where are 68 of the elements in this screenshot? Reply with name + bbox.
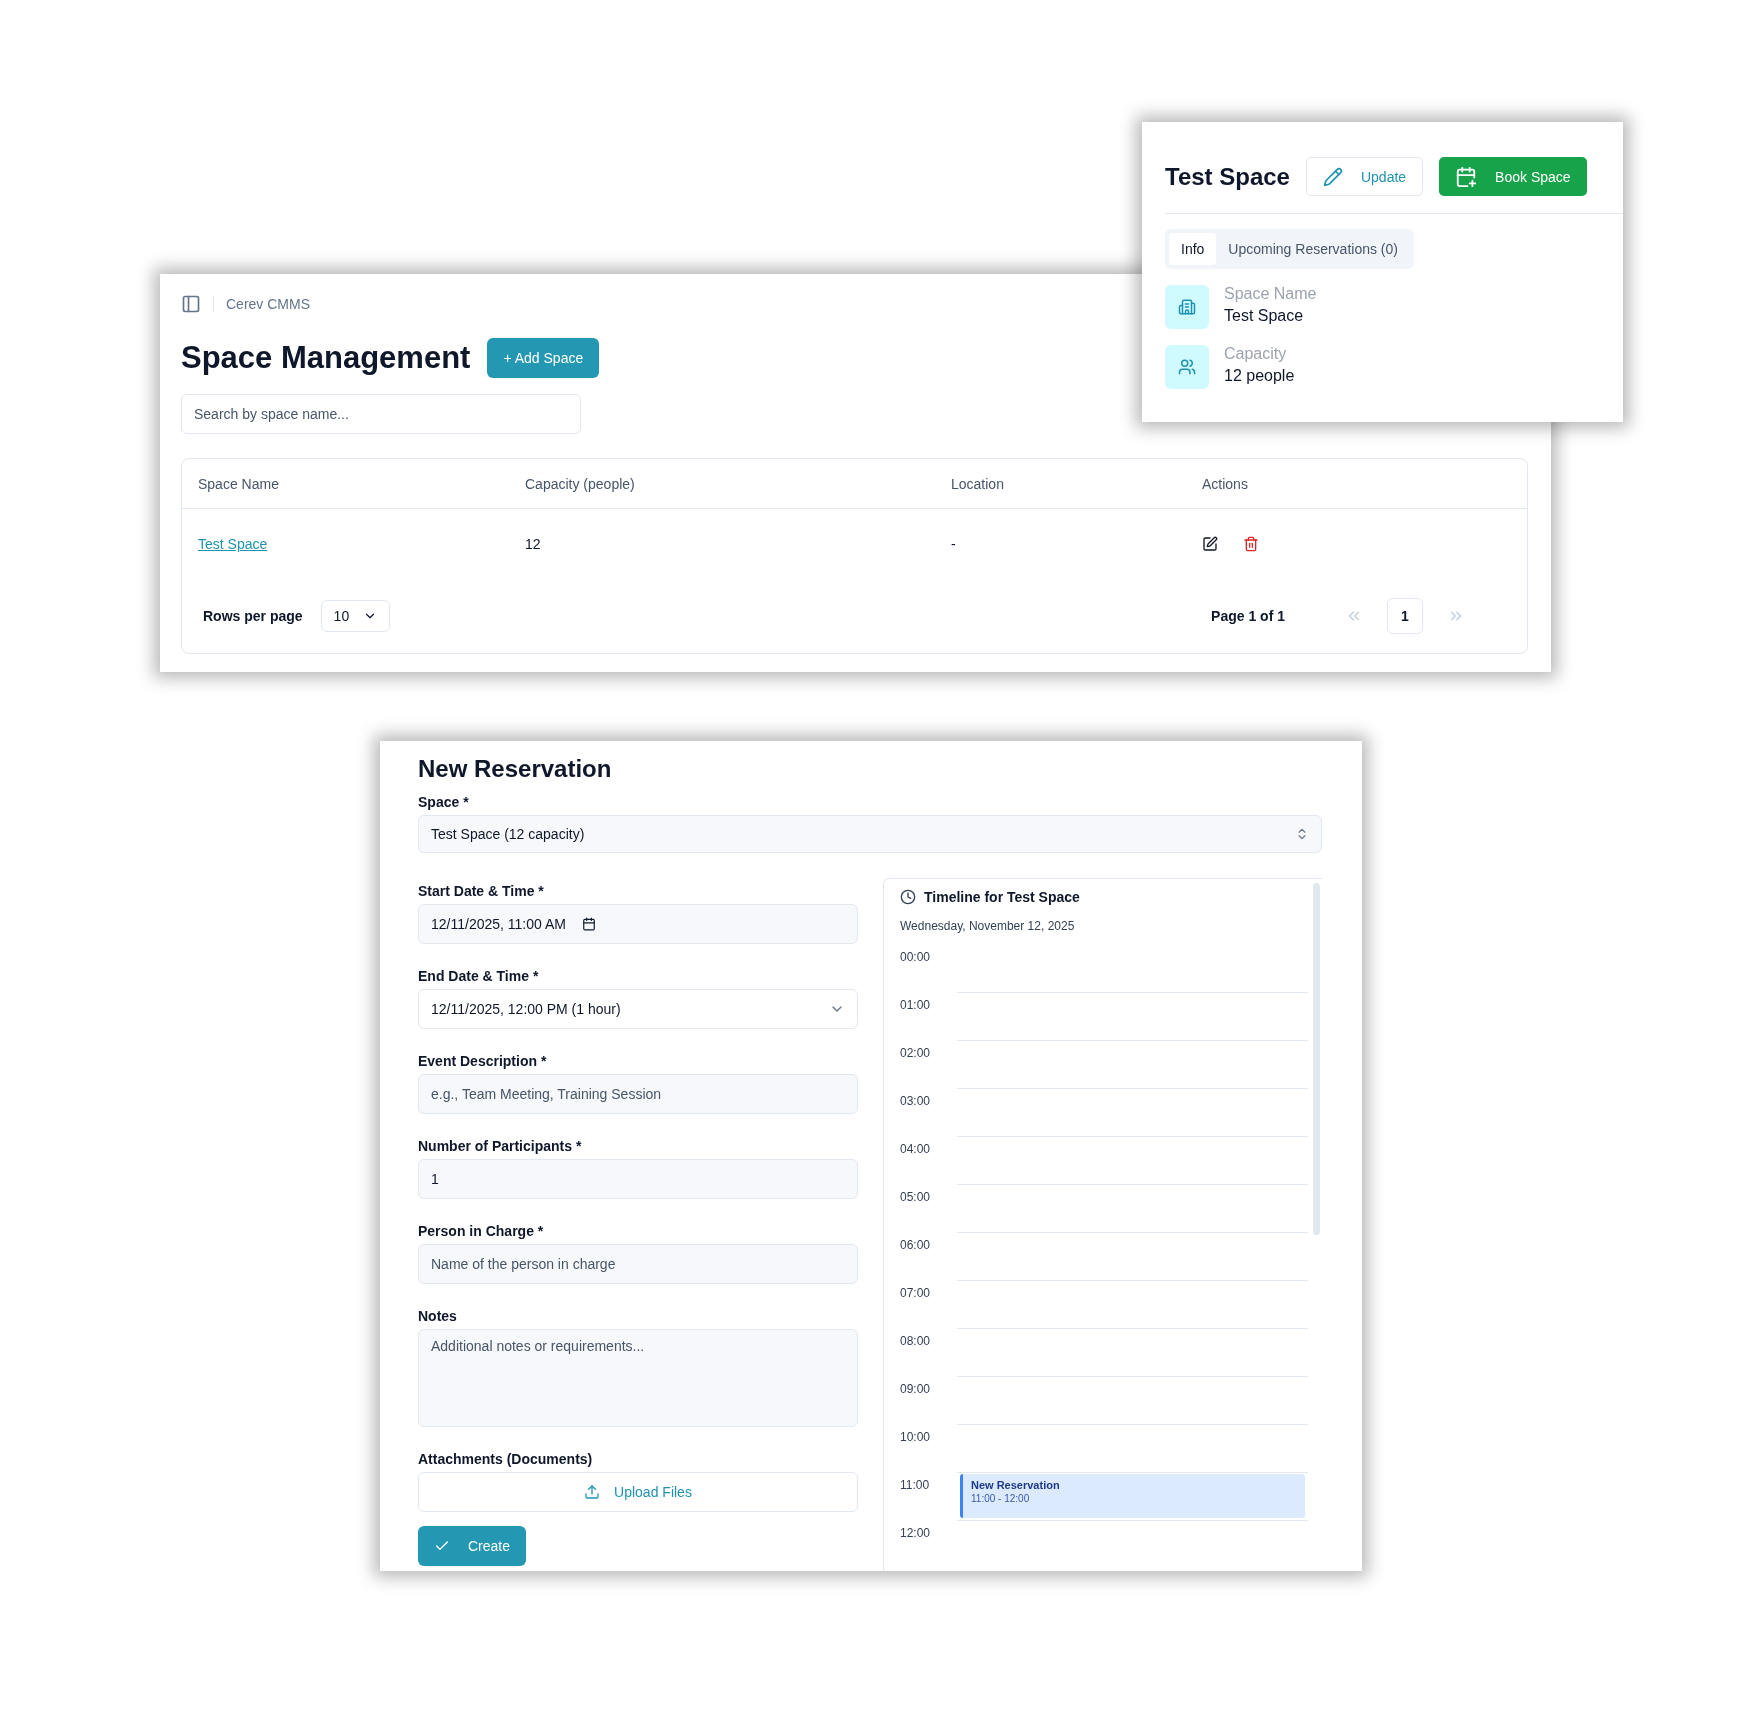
- tab[interactable]: Upcoming Reservations (0): [1216, 233, 1410, 265]
- upload-files-button[interactable]: Upload Files: [418, 1472, 858, 1512]
- hour-label: 07:00: [900, 1285, 932, 1302]
- end-time-select[interactable]: 12/11/2025, 12:00 PM (1 hour): [418, 989, 858, 1029]
- upload-icon: [584, 1484, 601, 1500]
- field-label: Notes: [418, 1308, 458, 1324]
- rows-per-page-select[interactable]: 10: [320, 600, 391, 632]
- hour-label: 05:00: [900, 1189, 932, 1206]
- reservation-block[interactable]: New Reservation 11:00 - 12:00: [960, 1474, 1305, 1518]
- page-indicator: Page 1 of 1: [1211, 608, 1285, 624]
- field-label: Capacity: [1224, 345, 1288, 363]
- breadcrumb[interactable]: Cerev CMMS: [226, 296, 310, 312]
- form-title: New Reservation: [418, 755, 613, 783]
- input-field[interactable]: e.g., Team Meeting, Training Session: [418, 1074, 858, 1114]
- field-label: Space Name: [1224, 285, 1317, 303]
- scrollbar[interactable]: [1313, 883, 1320, 1235]
- table-cell-text: 12: [525, 536, 542, 552]
- field-value: Test Space: [1224, 307, 1305, 325]
- hour-label: 02:00: [900, 1045, 932, 1062]
- hour-label: 04:00: [900, 1141, 932, 1158]
- notes-field[interactable]: Additional notes or requirements...: [418, 1329, 858, 1427]
- space-link[interactable]: Test Space: [198, 536, 268, 552]
- field-label: Number of Participants *: [418, 1138, 583, 1154]
- column-header: Capacity (people): [525, 475, 636, 492]
- calendar-plus-icon: [1455, 165, 1478, 188]
- space-title: Test Space: [1165, 162, 1290, 191]
- field-label: Space *: [418, 794, 470, 810]
- field-label: Attachments (Documents): [418, 1451, 594, 1467]
- reservation-title: New Reservation: [971, 1479, 1061, 1491]
- page-title: Space Management: [181, 340, 471, 376]
- building-icon: [1165, 285, 1209, 329]
- reservation-time: 11:00 - 12:00: [971, 1493, 1031, 1504]
- table-cell-text: -: [951, 536, 957, 552]
- hour-label: 11:00: [900, 1477, 931, 1494]
- sidebar-toggle-icon[interactable]: [181, 294, 201, 314]
- calendar-icon: [581, 917, 596, 931]
- field-label: End Date & Time *: [418, 968, 540, 984]
- field-label: Event Description *: [418, 1053, 548, 1069]
- date-time-field[interactable]: 12/11/2025, 11:00 AM: [418, 904, 858, 944]
- search-field[interactable]: Search by space name...: [181, 394, 581, 434]
- input-field[interactable]: 1: [418, 1159, 858, 1199]
- tab[interactable]: Info: [1169, 233, 1217, 265]
- hour-label: 00:00: [900, 949, 932, 966]
- hour-label: 08:00: [900, 1333, 932, 1350]
- timeline-date: Wednesday, November 12, 2025: [900, 919, 1076, 933]
- hour-label: 12:00: [900, 1525, 932, 1542]
- page-number-button[interactable]: 1: [1387, 598, 1423, 634]
- update-button[interactable]: Update: [1305, 157, 1424, 196]
- hour-label: 06:00: [900, 1237, 932, 1254]
- hour-label: 01:00: [900, 997, 932, 1014]
- hour-label: 09:00: [900, 1381, 932, 1398]
- field-value: 12 people: [1224, 367, 1295, 385]
- hour-label: 10:00: [900, 1429, 932, 1446]
- clock-icon: [900, 889, 916, 905]
- field-label: Start Date & Time *: [418, 883, 545, 899]
- input-field[interactable]: Name of the person in charge: [418, 1244, 858, 1284]
- timeline-title: Timeline for Test Space: [924, 889, 1080, 905]
- field-label: Person in Charge *: [418, 1223, 545, 1239]
- column-header: Location: [951, 475, 1005, 492]
- hour-label: 03:00: [900, 1093, 932, 1110]
- column-header: Space Name: [198, 475, 280, 492]
- edit-icon[interactable]: [1202, 536, 1218, 552]
- rows-per-page-label: Rows per page: [203, 608, 303, 624]
- column-header: Actions: [1202, 475, 1249, 492]
- people-icon: [1165, 345, 1209, 389]
- space-select[interactable]: Test Space (12 capacity): [418, 815, 1322, 853]
- trash-icon[interactable]: [1243, 536, 1259, 552]
- pencil-icon: [1322, 166, 1343, 187]
